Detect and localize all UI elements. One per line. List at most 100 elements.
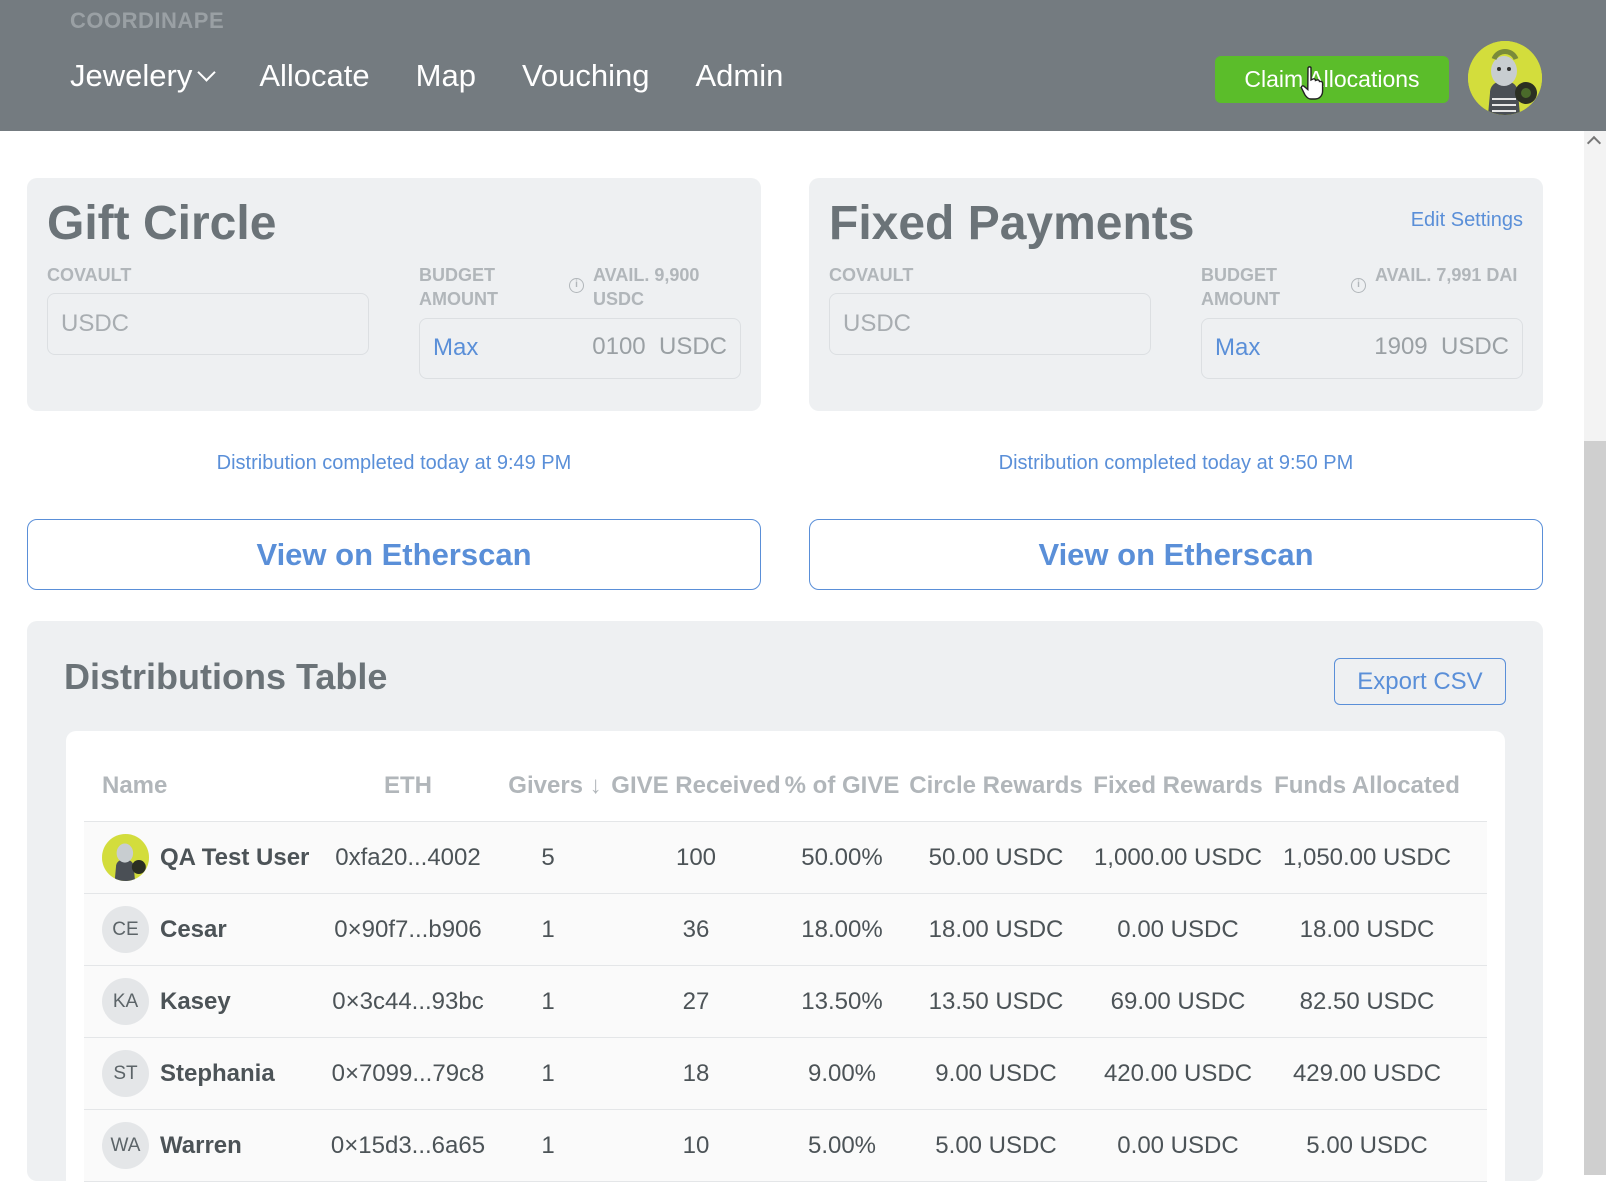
member-givers: 1	[541, 1131, 555, 1159]
member-eth-address: 0×7099...79c8	[331, 1059, 485, 1087]
info-icon[interactable]: i	[1351, 278, 1366, 293]
table-row[interactable]: ST Stephania 0×7099...79c8 1 18 9.00% 9.…	[84, 1038, 1487, 1110]
table-header: Name ETH Givers ↓ GIVE Received % of GIV…	[84, 731, 1487, 822]
covault-label: COVAULT	[829, 265, 914, 285]
column-header-give-received[interactable]: GIVE Received	[610, 772, 782, 800]
member-fixed-rewards: 69.00 USDC	[1110, 987, 1246, 1015]
fixed-available-balance: AVAIL. 7,991 DAI	[1375, 265, 1518, 285]
member-funds-allocated: 5.00 USDC	[1306, 1131, 1428, 1159]
gift-budget-input[interactable]: Max 0100 USDC	[419, 318, 741, 379]
member-percent-give: 13.50%	[801, 987, 883, 1015]
member-circle-rewards: 50.00 USDC	[928, 843, 1064, 871]
edit-settings-link[interactable]: Edit Settings	[1411, 209, 1523, 232]
table-row[interactable]: WA Warren 0×15d3...6a65 1 10 5.00% 5.00 …	[84, 1110, 1487, 1182]
distributions-title: Distributions Table	[64, 656, 388, 697]
claim-allocations-button[interactable]: Claim Allocations	[1215, 56, 1449, 103]
fixed-max-button[interactable]: Max	[1215, 334, 1260, 362]
member-percent-give: 9.00%	[807, 1059, 877, 1087]
export-csv-button[interactable]: Export CSV	[1334, 658, 1506, 705]
table-row[interactable]: CE Cesar 0×90f7...b906 1 36 18.00% 18.00…	[84, 894, 1487, 966]
table-row[interactable]: QA Test User 0xfa20...4002 5 100 50.00% …	[84, 822, 1487, 894]
column-header-eth[interactable]: ETH	[312, 772, 504, 800]
member-give-received: 27	[682, 987, 710, 1015]
avatar: KA	[102, 978, 149, 1025]
covault-label: COVAULT	[47, 265, 132, 285]
avatar: ST	[102, 1050, 149, 1097]
column-header-fixed-rewards[interactable]: Fixed Rewards	[1090, 772, 1266, 800]
gift-amount-value: 0100	[592, 333, 646, 360]
member-eth-address: 0×3c44...93bc	[332, 987, 484, 1015]
fixed-payments-title: Fixed Payments	[829, 197, 1195, 250]
distributions-table: Name ETH Givers ↓ GIVE Received % of GIV…	[66, 731, 1505, 1191]
member-give-received: 100	[675, 843, 717, 871]
gift-view-etherscan-button[interactable]: View on Etherscan	[27, 519, 761, 590]
member-name: Stephania	[160, 1059, 275, 1087]
member-funds-allocated: 1,050.00 USDC	[1282, 843, 1452, 871]
column-header-circle-rewards[interactable]: Circle Rewards	[906, 772, 1086, 800]
nav-admin[interactable]: Admin	[696, 58, 784, 94]
member-name: Warren	[160, 1131, 242, 1159]
member-circle-rewards: 13.50 USDC	[928, 987, 1064, 1015]
member-name: Kasey	[160, 987, 231, 1015]
member-circle-rewards: 9.00 USDC	[935, 1059, 1057, 1087]
member-name: QA Test User	[160, 843, 310, 871]
brand-logo-text[interactable]: COORDINAPE	[70, 8, 224, 34]
member-givers: 1	[541, 915, 555, 943]
nav-map[interactable]: Map	[416, 58, 476, 94]
fixed-payments-card: Fixed Payments Edit Settings COVAULT USD…	[809, 178, 1543, 411]
gift-circle-card: Gift Circle COVAULT USDC BUDGET AMOUNT i…	[27, 178, 761, 411]
fixed-amount-value: 1909	[1374, 333, 1428, 360]
ape-avatar-icon	[1468, 41, 1542, 115]
gift-available-balance: AVAIL. 9,900 USDC	[593, 265, 700, 309]
fixed-budget-value: 1909 USDC	[1374, 333, 1509, 361]
column-header-funds-allocated[interactable]: Funds Allocated	[1268, 772, 1466, 800]
gift-amount-unit: USDC	[658, 333, 727, 360]
column-header-percent-give[interactable]: % of GIVE	[782, 772, 902, 800]
member-funds-allocated: 82.50 USDC	[1299, 987, 1435, 1015]
member-fixed-rewards: 0.00 USDC	[1117, 1131, 1239, 1159]
member-give-received: 36	[682, 915, 710, 943]
member-give-received: 18	[682, 1059, 710, 1087]
fixed-distribution-status: Distribution completed today at 9:50 PM	[998, 452, 1354, 474]
member-give-received: 10	[682, 1131, 710, 1159]
budget-amount-label: BUDGET AMOUNT	[419, 265, 498, 309]
nav-allocate[interactable]: Allocate	[259, 58, 369, 94]
table-row[interactable]: KA Kasey 0×3c44...93bc 1 27 13.50% 13.50…	[84, 966, 1487, 1038]
user-avatar[interactable]	[1468, 41, 1542, 115]
gift-max-button[interactable]: Max	[433, 334, 478, 362]
gift-distribution-status: Distribution completed today at 9:49 PM	[216, 452, 572, 474]
member-funds-allocated: 429.00 USDC	[1292, 1059, 1442, 1087]
avatar: CE	[102, 906, 149, 953]
main-nav: Jewelery Allocate Map Vouching Admin	[70, 58, 829, 94]
nav-circle-selector[interactable]: Jewelery	[70, 58, 217, 94]
gift-budget-value: 0100 USDC	[592, 333, 727, 361]
ape-avatar-icon	[102, 834, 149, 881]
nav-vouching[interactable]: Vouching	[522, 58, 650, 94]
member-fixed-rewards: 0.00 USDC	[1117, 915, 1239, 943]
member-eth-address: 0×90f7...b906	[334, 915, 482, 943]
fixed-amount-unit: USDC	[1440, 333, 1509, 360]
column-header-givers-sorted[interactable]: Givers ↓	[494, 772, 616, 800]
member-percent-give: 50.00%	[801, 843, 883, 871]
member-givers: 5	[541, 843, 555, 871]
member-eth-address: 0×15d3...6a65	[330, 1131, 486, 1159]
scrollbar-thumb[interactable]	[1584, 441, 1606, 1175]
info-icon[interactable]: i	[569, 278, 584, 293]
distributions-panel: Distributions Table Export CSV Name ETH …	[27, 621, 1543, 1191]
member-eth-address: 0xfa20...4002	[335, 843, 481, 871]
fixed-budget-input[interactable]: Max 1909 USDC	[1201, 318, 1523, 379]
column-header-name[interactable]: Name	[102, 772, 167, 800]
fixed-covault-select[interactable]: USDC	[829, 293, 1151, 355]
member-fixed-rewards: 1,000.00 USDC	[1093, 843, 1263, 871]
member-fixed-rewards: 420.00 USDC	[1103, 1059, 1253, 1087]
fixed-view-etherscan-button[interactable]: View on Etherscan	[809, 519, 1543, 590]
member-name: Cesar	[160, 915, 227, 943]
member-percent-give: 18.00%	[801, 915, 883, 943]
member-givers: 1	[541, 987, 555, 1015]
nav-circle-label: Jewelery	[70, 58, 193, 93]
gift-covault-select[interactable]: USDC	[47, 293, 369, 355]
avatar: WA	[102, 1122, 149, 1169]
member-circle-rewards: 5.00 USDC	[935, 1131, 1057, 1159]
chevron-down-icon	[197, 62, 217, 82]
hand-cursor-icon	[1300, 66, 1324, 100]
